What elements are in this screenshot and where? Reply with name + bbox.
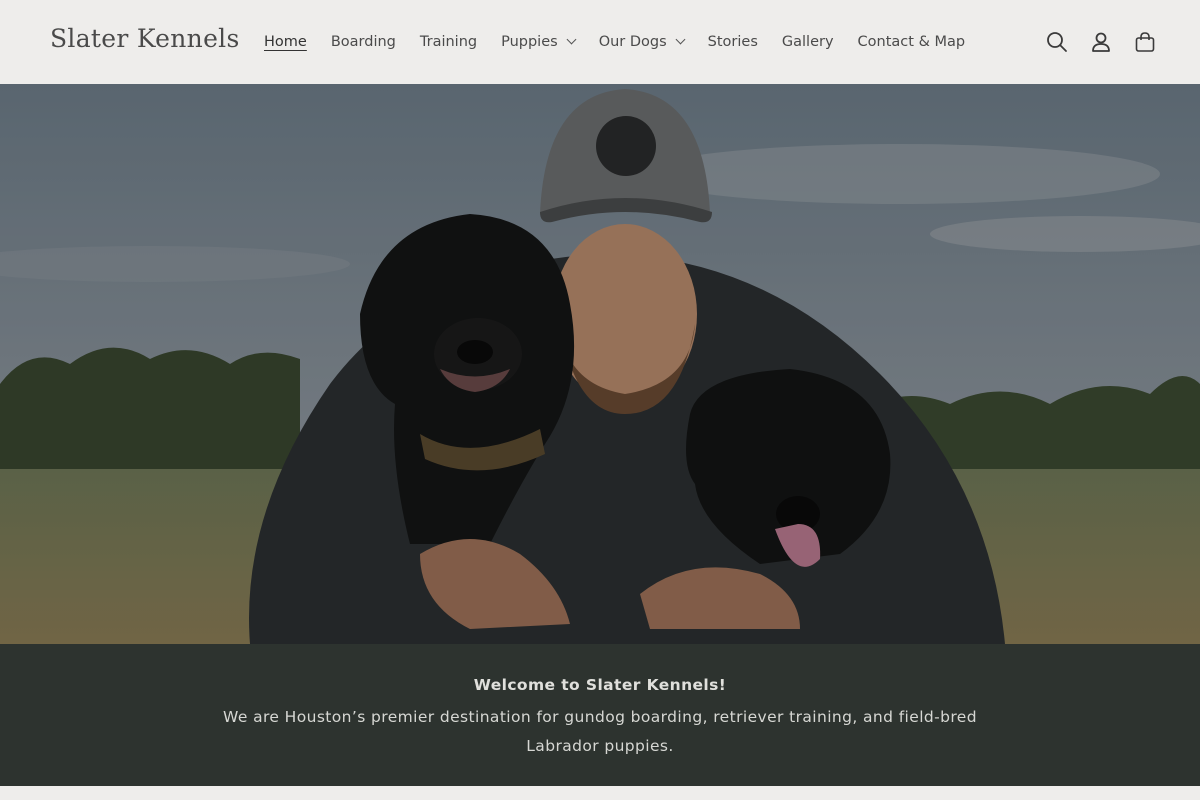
nav-home[interactable]: Home — [252, 0, 319, 84]
account-button[interactable] — [1086, 20, 1116, 64]
welcome-section: Welcome to Slater Kennels! We are Housto… — [0, 644, 1200, 786]
nav-boarding[interactable]: Boarding — [319, 0, 408, 84]
cart-icon — [1135, 32, 1155, 52]
header-icons — [1042, 20, 1160, 64]
nav-home-label: Home — [264, 34, 307, 50]
hero-image — [0, 84, 1200, 644]
site-header: Slater Kennels Home Boarding Training Pu… — [0, 0, 1200, 84]
nav-contact-map-label: Contact & Map — [857, 34, 966, 50]
main-nav: Home Boarding Training Puppies Our Dogs … — [252, 0, 977, 84]
search-icon — [1047, 32, 1067, 52]
nav-training-label: Training — [419, 34, 478, 50]
hero-photo-man-with-two-labradors — [0, 84, 1200, 644]
welcome-title: Welcome to Slater Kennels! — [473, 676, 727, 694]
nav-our-dogs-label: Our Dogs — [598, 34, 667, 50]
chevron-down-icon — [566, 34, 577, 45]
cart-button[interactable] — [1130, 20, 1160, 64]
account-icon — [1092, 32, 1110, 52]
welcome-body: We are Houston’s premier destination for… — [223, 708, 977, 755]
nav-training[interactable]: Training — [408, 0, 489, 84]
nav-boarding-label: Boarding — [330, 34, 396, 50]
chevron-down-icon — [675, 34, 686, 45]
site-logo[interactable]: Slater Kennels — [50, 24, 240, 53]
nav-puppies-label: Puppies — [501, 34, 558, 50]
nav-gallery[interactable]: Gallery — [770, 0, 846, 84]
nav-our-dogs[interactable]: Our Dogs — [587, 0, 696, 84]
nav-puppies[interactable]: Puppies — [489, 0, 587, 84]
nav-gallery-label: Gallery — [781, 34, 834, 50]
nav-contact-map[interactable]: Contact & Map — [846, 0, 978, 84]
nav-stories[interactable]: Stories — [696, 0, 770, 84]
search-button[interactable] — [1042, 20, 1072, 64]
page-bottom-strip — [0, 786, 1200, 800]
nav-stories-label: Stories — [707, 34, 758, 50]
